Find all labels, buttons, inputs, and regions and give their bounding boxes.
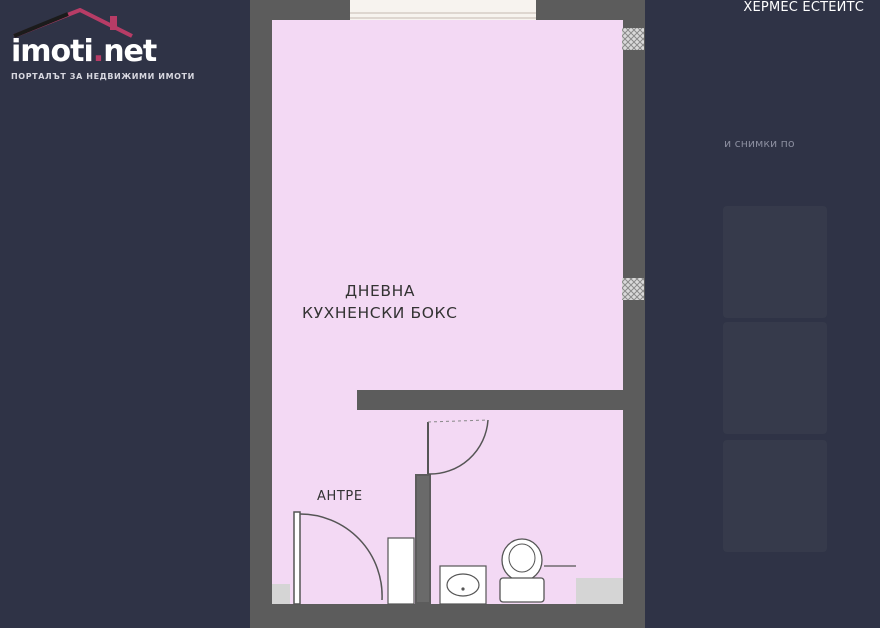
kitchen-box-label: КУХНЕНСКИ БОКС — [302, 304, 458, 322]
floor-plan: ДНЕВНА КУХНЕНСКИ БОКС АНТРЕ — [250, 0, 645, 628]
toilet-icon — [501, 538, 543, 582]
hallway-label: АНТРЕ — [317, 489, 363, 504]
sidebar-thumbnail[interactable] — [723, 322, 827, 434]
sidebar-thumbnail[interactable] — [723, 206, 827, 318]
agency-name: ХЕРМЕС ЕСТЕЙТС — [743, 0, 864, 15]
column-hatch — [622, 28, 644, 50]
left-wall — [250, 0, 272, 628]
left-backdrop — [0, 0, 250, 628]
window — [350, 0, 536, 20]
imoti-logo[interactable]: imoti.net ПОРТАЛЪТ ЗА НЕДВИЖИМИ ИМОТИ — [8, 8, 194, 88]
partition-wall — [357, 390, 623, 410]
logo-wordmark: imoti.net — [11, 34, 157, 69]
sidebar-thumbnail[interactable] — [723, 440, 827, 552]
logo-tagline: ПОРТАЛЪТ ЗА НЕДВИЖИМИ ИМОТИ — [11, 72, 195, 81]
living-room-label: ДНЕВНА — [345, 282, 415, 300]
sidebar-caption: и снимки по — [724, 137, 795, 150]
column-hatch — [622, 278, 644, 300]
entrance-door — [293, 511, 301, 605]
